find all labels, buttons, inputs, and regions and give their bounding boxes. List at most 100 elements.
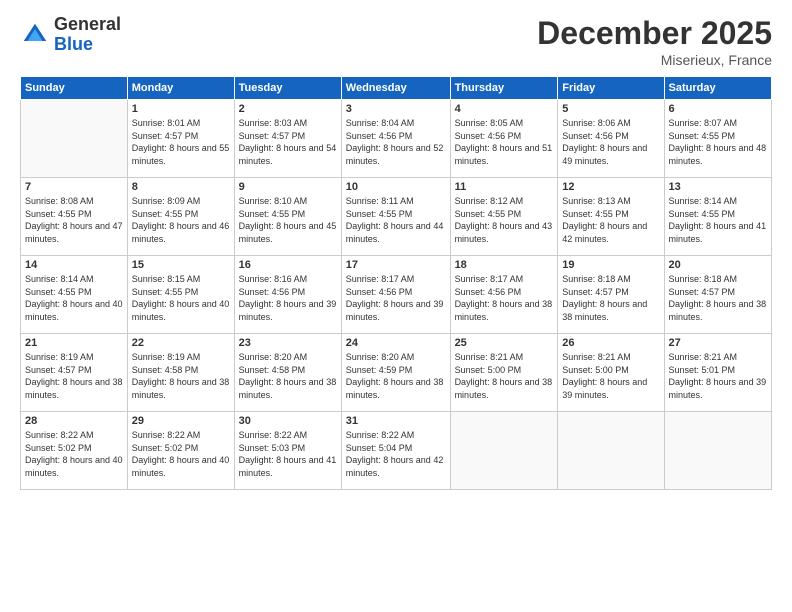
calendar-cell: 16 Sunrise: 8:16 AMSunset: 4:56 PMDayligh… — [234, 256, 341, 334]
calendar-cell — [664, 412, 771, 490]
day-number: 19 — [562, 259, 659, 271]
calendar-cell: 6 Sunrise: 8:07 AMSunset: 4:55 PMDaylight… — [664, 100, 771, 178]
calendar-cell: 4 Sunrise: 8:05 AMSunset: 4:56 PMDaylight… — [450, 100, 558, 178]
day-info: Sunrise: 8:17 AMSunset: 4:56 PMDaylight:… — [455, 273, 554, 323]
calendar-cell: 9Sunrise: 8:10 AMSunset: 4:55 PMDaylight… — [234, 178, 341, 256]
calendar-cell: 28 Sunrise: 8:22 AMSunset: 5:02 PMDayligh… — [21, 412, 128, 490]
day-number: 8 — [132, 181, 230, 193]
header-sunday: Sunday — [21, 77, 128, 100]
day-number: 5 — [562, 103, 659, 115]
day-info: Sunrise: 8:14 AMSunset: 4:55 PMDaylight:… — [25, 273, 123, 323]
day-number: 10 — [346, 181, 446, 193]
calendar-cell: 21Sunrise: 8:19 AMSunset: 4:57 PMDayligh… — [21, 334, 128, 412]
day-number: 13 — [669, 181, 767, 193]
day-info: Sunrise: 8:16 AMSunset: 4:56 PMDaylight:… — [239, 273, 337, 323]
calendar-cell: 14 Sunrise: 8:14 AMSunset: 4:55 PMDayligh… — [21, 256, 128, 334]
day-info: Sunrise: 8:22 AMSunset: 5:04 PMDaylight:… — [346, 429, 446, 479]
day-number: 17 — [346, 259, 446, 271]
header-saturday: Saturday — [664, 77, 771, 100]
day-number: 26 — [562, 337, 659, 349]
calendar-cell: 19 Sunrise: 8:18 AMSunset: 4:57 PMDayligh… — [558, 256, 664, 334]
page: General Blue December 2025 Miserieux, Fr… — [0, 0, 792, 612]
day-info: Sunrise: 8:08 AMSunset: 4:55 PMDaylight:… — [25, 195, 123, 245]
day-info: Sunrise: 8:11 AMSunset: 4:55 PMDaylight:… — [346, 195, 446, 245]
day-number: 1 — [132, 103, 230, 115]
logo-line1: General — [54, 15, 121, 35]
day-number: 20 — [669, 259, 767, 271]
day-info: Sunrise: 8:07 AMSunset: 4:55 PMDaylight:… — [669, 117, 767, 167]
day-info: Sunrise: 8:12 AMSunset: 4:55 PMDaylight:… — [455, 195, 554, 245]
calendar-cell — [450, 412, 558, 490]
day-number: 16 — [239, 259, 337, 271]
day-number: 7 — [25, 181, 123, 193]
day-info: Sunrise: 8:03 AMSunset: 4:57 PMDaylight:… — [239, 117, 337, 167]
day-number: 6 — [669, 103, 767, 115]
day-info: Sunrise: 8:19 AMSunset: 4:57 PMDaylight:… — [25, 351, 123, 401]
calendar-cell: 10 Sunrise: 8:11 AMSunset: 4:55 PMDayligh… — [341, 178, 450, 256]
calendar-table: SundayMondayTuesdayWednesdayThursdayFrid… — [20, 76, 772, 490]
calendar-cell: 17 Sunrise: 8:17 AMSunset: 4:56 PMDayligh… — [341, 256, 450, 334]
calendar-cell — [21, 100, 128, 178]
calendar-header-row: SundayMondayTuesdayWednesdayThursdayFrid… — [21, 77, 772, 100]
day-info: Sunrise: 8:17 AMSunset: 4:56 PMDaylight:… — [346, 273, 446, 323]
logo-line2: Blue — [54, 35, 121, 55]
week-row-1: 7 Sunrise: 8:08 AMSunset: 4:55 PMDaylight… — [21, 178, 772, 256]
logo-text: General Blue — [54, 15, 121, 55]
day-info: Sunrise: 8:22 AMSunset: 5:02 PMDaylight:… — [132, 429, 230, 479]
day-number: 25 — [455, 337, 554, 349]
day-info: Sunrise: 8:18 AMSunset: 4:57 PMDaylight:… — [562, 273, 659, 323]
calendar-cell: 12 Sunrise: 8:13 AMSunset: 4:55 PMDayligh… — [558, 178, 664, 256]
month-title: December 2025 — [537, 15, 772, 52]
day-number: 31 — [346, 415, 446, 427]
week-row-4: 28 Sunrise: 8:22 AMSunset: 5:02 PMDayligh… — [21, 412, 772, 490]
calendar-cell: 24 Sunrise: 8:20 AMSunset: 4:59 PMDayligh… — [341, 334, 450, 412]
day-number: 12 — [562, 181, 659, 193]
day-number: 30 — [239, 415, 337, 427]
day-info: Sunrise: 8:19 AMSunset: 4:58 PMDaylight:… — [132, 351, 230, 401]
calendar-cell: 8Sunrise: 8:09 AMSunset: 4:55 PMDaylight… — [127, 178, 234, 256]
day-info: Sunrise: 8:22 AMSunset: 5:02 PMDaylight:… — [25, 429, 123, 479]
week-row-3: 21Sunrise: 8:19 AMSunset: 4:57 PMDayligh… — [21, 334, 772, 412]
day-number: 3 — [346, 103, 446, 115]
day-number: 23 — [239, 337, 337, 349]
day-number: 2 — [239, 103, 337, 115]
calendar-cell: 25 Sunrise: 8:21 AMSunset: 5:00 PMDayligh… — [450, 334, 558, 412]
calendar-cell: 18Sunrise: 8:17 AMSunset: 4:56 PMDayligh… — [450, 256, 558, 334]
calendar-cell: 26 Sunrise: 8:21 AMSunset: 5:00 PMDayligh… — [558, 334, 664, 412]
day-number: 11 — [455, 181, 554, 193]
calendar-cell: 29 Sunrise: 8:22 AMSunset: 5:02 PMDayligh… — [127, 412, 234, 490]
day-number: 27 — [669, 337, 767, 349]
day-info: Sunrise: 8:10 AMSunset: 4:55 PMDaylight:… — [239, 195, 337, 245]
calendar-cell: 20 Sunrise: 8:18 AMSunset: 4:57 PMDayligh… — [664, 256, 771, 334]
calendar-cell: 22Sunrise: 8:19 AMSunset: 4:58 PMDayligh… — [127, 334, 234, 412]
calendar-cell — [558, 412, 664, 490]
calendar-cell: 11 Sunrise: 8:12 AMSunset: 4:55 PMDayligh… — [450, 178, 558, 256]
day-number: 4 — [455, 103, 554, 115]
day-info: Sunrise: 8:05 AMSunset: 4:56 PMDaylight:… — [455, 117, 554, 167]
day-info: Sunrise: 8:04 AMSunset: 4:56 PMDaylight:… — [346, 117, 446, 167]
calendar-cell: 7 Sunrise: 8:08 AMSunset: 4:55 PMDaylight… — [21, 178, 128, 256]
day-number: 29 — [132, 415, 230, 427]
calendar-cell: 2 Sunrise: 8:03 AMSunset: 4:57 PMDaylight… — [234, 100, 341, 178]
day-number: 14 — [25, 259, 123, 271]
day-info: Sunrise: 8:20 AMSunset: 4:58 PMDaylight:… — [239, 351, 337, 401]
location: Miserieux, France — [537, 52, 772, 68]
title-block: December 2025 Miserieux, France — [537, 15, 772, 68]
day-info: Sunrise: 8:20 AMSunset: 4:59 PMDaylight:… — [346, 351, 446, 401]
calendar-cell: 31 Sunrise: 8:22 AMSunset: 5:04 PMDayligh… — [341, 412, 450, 490]
day-number: 28 — [25, 415, 123, 427]
day-info: Sunrise: 8:18 AMSunset: 4:57 PMDaylight:… — [669, 273, 767, 323]
calendar-cell: 1 Sunrise: 8:01 AMSunset: 4:57 PMDaylight… — [127, 100, 234, 178]
calendar-cell: 3 Sunrise: 8:04 AMSunset: 4:56 PMDaylight… — [341, 100, 450, 178]
day-info: Sunrise: 8:14 AMSunset: 4:55 PMDaylight:… — [669, 195, 767, 245]
day-number: 24 — [346, 337, 446, 349]
calendar-cell: 15Sunrise: 8:15 AMSunset: 4:55 PMDayligh… — [127, 256, 234, 334]
header-tuesday: Tuesday — [234, 77, 341, 100]
week-row-0: 1 Sunrise: 8:01 AMSunset: 4:57 PMDaylight… — [21, 100, 772, 178]
day-info: Sunrise: 8:01 AMSunset: 4:57 PMDaylight:… — [132, 117, 230, 167]
day-info: Sunrise: 8:21 AMSunset: 5:00 PMDaylight:… — [562, 351, 659, 401]
header: General Blue December 2025 Miserieux, Fr… — [20, 15, 772, 68]
day-info: Sunrise: 8:21 AMSunset: 5:00 PMDaylight:… — [455, 351, 554, 401]
day-info: Sunrise: 8:15 AMSunset: 4:55 PMDaylight:… — [132, 273, 230, 323]
day-info: Sunrise: 8:13 AMSunset: 4:55 PMDaylight:… — [562, 195, 659, 245]
